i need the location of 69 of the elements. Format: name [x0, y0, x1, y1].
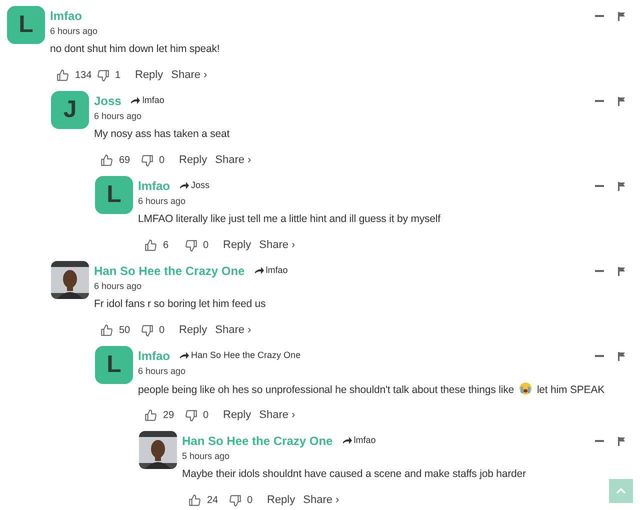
share-link[interactable]: Share › — [215, 322, 252, 338]
letter-avatar: L — [95, 346, 133, 384]
comment-text: no dont shut him down let him speak! — [50, 42, 221, 57]
thumbs-up-icon[interactable] — [100, 154, 113, 167]
dislike-count: 0 — [203, 238, 210, 253]
reply-to-name[interactable]: lmfao — [142, 94, 164, 108]
thumbs-down-icon[interactable] — [185, 238, 198, 252]
comment-text: Maybe their idols shouldnt have caused a scene and make staffs job harder — [182, 467, 527, 482]
reply-to-name[interactable]: lmfao — [266, 264, 288, 278]
like-count: 134 — [75, 68, 93, 83]
like-count: 50 — [119, 324, 132, 338]
dislike-count: 0 — [247, 494, 254, 508]
letter-avatar: J — [51, 91, 89, 129]
thumbs-down-icon[interactable] — [141, 154, 154, 167]
like-count: 29 — [163, 408, 176, 423]
reply-arrow-icon — [342, 437, 352, 445]
comment-text: My nosy ass has taken a seat — [94, 127, 231, 142]
flag-icon[interactable] — [618, 436, 626, 446]
reply-link[interactable]: Reply — [179, 152, 208, 168]
chevron-up-icon — [616, 488, 626, 494]
share-link[interactable]: Share › — [259, 407, 296, 424]
dislike-count: 0 — [159, 154, 166, 168]
share-link[interactable]: Share › — [303, 492, 340, 508]
thumbs-up-icon[interactable] — [100, 324, 113, 337]
thumbs-up-icon[interactable] — [188, 494, 201, 507]
timestamp: 6 hours ago — [94, 110, 143, 123]
dislike-count: 0 — [203, 408, 210, 423]
reply-link[interactable]: Reply — [267, 492, 296, 508]
flag-icon[interactable] — [618, 352, 626, 360]
timestamp: 6 hours ago — [94, 280, 143, 293]
flag-icon[interactable] — [618, 12, 626, 20]
like-count: 24 — [207, 494, 220, 508]
dislike-count: 1 — [115, 68, 122, 83]
letter-avatar: L — [7, 6, 45, 44]
comment-text: people being like oh hes so unprofessional he shouldn't talk about these things like let him SPEAK — [138, 382, 606, 398]
reply-to-name[interactable]: Han So Hee the Crazy One — [191, 349, 301, 363]
share-link[interactable]: Share › — [215, 152, 252, 168]
timestamp: 6 hours ago — [138, 195, 187, 208]
timestamp: 6 hours ago — [138, 365, 187, 378]
flag-icon[interactable] — [618, 96, 626, 106]
like-count: 69 — [119, 154, 132, 168]
reply-arrow-icon — [131, 97, 140, 105]
comment-text: LMFAO literally like just tell me a little hint and ill guess it by myself — [138, 212, 442, 227]
reply-arrow-icon — [180, 182, 190, 190]
share-link[interactable]: Share › — [259, 237, 296, 254]
reply-link[interactable]: Reply — [135, 67, 164, 84]
letter-avatar: L — [95, 176, 133, 214]
flag-icon[interactable] — [618, 182, 626, 190]
thumbs-up-icon[interactable] — [56, 68, 69, 82]
timestamp: 5 hours ago — [182, 450, 231, 463]
thumbs-down-icon[interactable] — [185, 408, 198, 422]
like-count: 6 — [163, 238, 170, 253]
dislike-count: 0 — [159, 324, 166, 338]
reply-link[interactable]: Reply — [223, 237, 252, 254]
reply-link[interactable]: Reply — [179, 322, 208, 338]
flag-icon[interactable] — [618, 266, 626, 276]
thumbs-up-icon[interactable] — [144, 408, 157, 422]
reply-arrow-icon — [180, 352, 190, 360]
reply-arrow-icon — [254, 267, 264, 275]
reply-to-name[interactable]: lmfao — [354, 434, 376, 448]
comment-text: Fr idol fans r so boring let him feed us — [94, 297, 267, 312]
thumbs-down-icon[interactable] — [97, 68, 110, 82]
reply-to-name[interactable]: Joss — [191, 179, 210, 193]
thumbs-down-icon[interactable] — [229, 494, 242, 507]
reply-link[interactable]: Reply — [223, 407, 252, 424]
thumbs-up-icon[interactable] — [144, 238, 157, 252]
thumbs-down-icon[interactable] — [141, 324, 154, 337]
share-link[interactable]: Share › — [171, 67, 208, 84]
timestamp: 6 hours ago — [50, 25, 99, 38]
